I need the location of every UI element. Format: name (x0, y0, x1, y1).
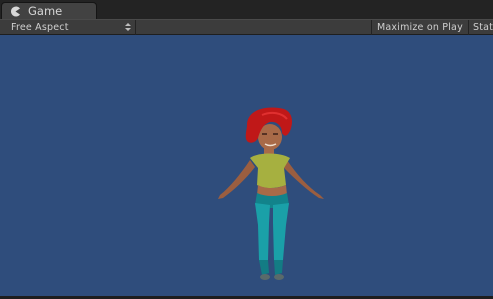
stats-label: Stat (473, 22, 493, 33)
pacman-icon (9, 5, 21, 17)
maximize-on-play-button[interactable]: Maximize on Play (371, 20, 468, 35)
character-model (218, 107, 324, 280)
game-viewport[interactable] (0, 35, 493, 299)
updown-arrows-icon (125, 22, 131, 32)
aspect-label: Free Aspect (11, 22, 69, 33)
tab-game[interactable]: Game (1, 2, 97, 19)
maximize-on-play-label: Maximize on Play (377, 22, 463, 33)
tab-bar: Game (0, 0, 493, 20)
tab-label: Game (28, 4, 63, 18)
aspect-dropdown[interactable]: Free Aspect (0, 20, 136, 35)
stats-button[interactable]: Stat (468, 20, 493, 35)
game-toolbar: Free Aspect Maximize on Play Stat (0, 19, 493, 35)
